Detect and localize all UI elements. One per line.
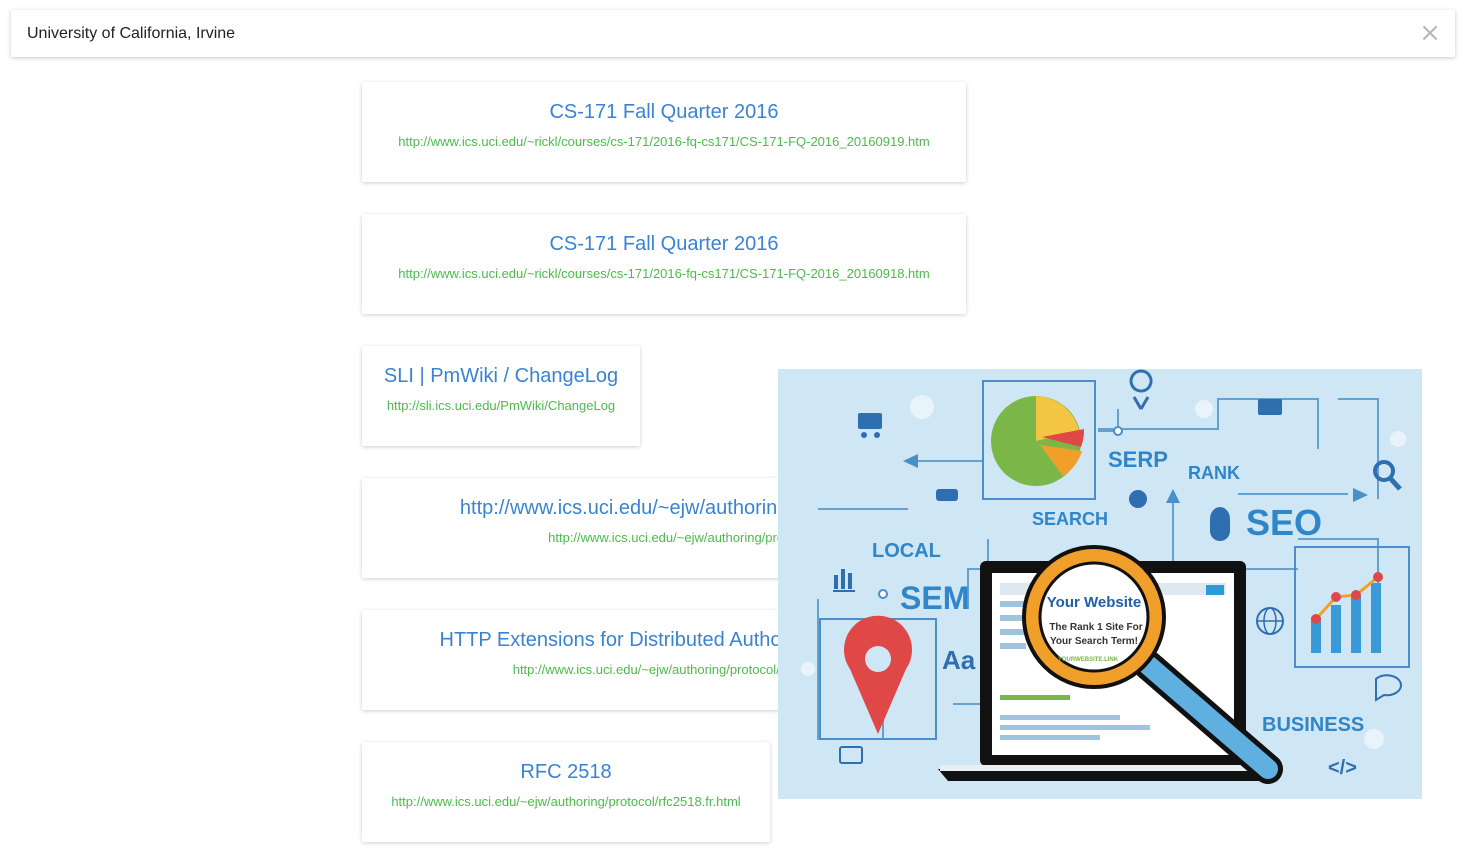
result-url: http://www.ics.uci.edu/~rickl/courses/cs… — [398, 134, 930, 149]
search-input[interactable] — [11, 10, 1401, 57]
search-bar: × — [11, 10, 1455, 57]
result-title-link[interactable]: SLI | PmWiki / ChangeLog — [377, 364, 625, 388]
seo-illustration: SERP RANK SEARCH SEO LOCAL SEM BUSINESS … — [778, 369, 1422, 799]
result-card: CS-171 Fall Quarter 2016 http://www.ics.… — [362, 214, 966, 314]
result-title-link[interactable]: CS-171 Fall Quarter 2016 — [377, 232, 951, 256]
seo-label: SEO — [1246, 502, 1322, 543]
your-website-text: Your Website — [1047, 594, 1141, 611]
result-card: CS-171 Fall Quarter 2016 http://www.ics.… — [362, 82, 966, 182]
website-link-text: YOURWEBSITE.LINK — [1058, 657, 1119, 663]
result-url: http://www.ics.uci.edu/~rickl/courses/cs… — [398, 266, 930, 281]
result-title-link[interactable]: CS-171 Fall Quarter 2016 — [377, 100, 951, 124]
result-card: SLI | PmWiki / ChangeLog http://sli.ics.… — [362, 346, 640, 446]
rank-label: RANK — [1188, 463, 1240, 483]
aa-label: Aa — [942, 645, 976, 675]
code-label: </> — [1328, 757, 1357, 779]
local-label: LOCAL — [872, 540, 941, 562]
search-label: SEARCH — [1032, 509, 1108, 529]
result-url: http://www.ics.uci.edu/~ejw/authoring/pr… — [391, 794, 741, 809]
result-title-link[interactable]: RFC 2518 — [377, 760, 755, 784]
seo-illustration-graphic: SERP RANK SEARCH SEO LOCAL SEM BUSINESS … — [778, 369, 1422, 799]
sem-label: SEM — [900, 580, 969, 616]
business-label: BUSINESS — [1262, 714, 1364, 736]
rank1-line2-text: Your Search Term! — [1050, 636, 1138, 647]
result-card: RFC 2518 http://www.ics.uci.edu/~ejw/aut… — [362, 742, 770, 842]
close-icon[interactable]: × — [1419, 20, 1441, 46]
rank1-line1-text: The Rank 1 Site For — [1049, 622, 1142, 633]
serp-label: SERP — [1108, 447, 1168, 472]
result-url: http://sli.ics.uci.edu/PmWiki/ChangeLog — [386, 398, 616, 413]
